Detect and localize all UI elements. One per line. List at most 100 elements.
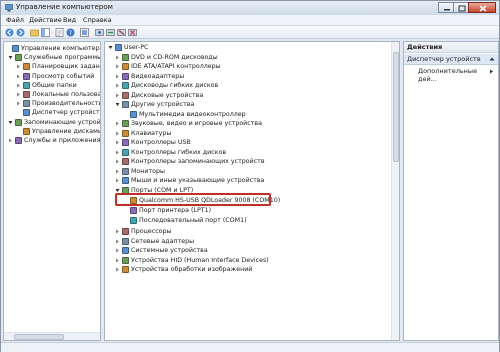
menu-help[interactable]: Справка bbox=[83, 16, 112, 24]
storage-controller-icon bbox=[122, 158, 129, 165]
highlight-annotation-box bbox=[115, 193, 271, 206]
collapsed-arrow-icon[interactable] bbox=[115, 64, 120, 69]
ide-icon bbox=[122, 63, 129, 70]
device-tree-item-label: Дисковые устройства bbox=[131, 91, 204, 99]
monitor-icon bbox=[122, 167, 129, 175]
properties-icon[interactable] bbox=[55, 28, 64, 37]
collapse-arrow-icon[interactable] bbox=[489, 56, 495, 62]
update-driver-icon[interactable] bbox=[106, 28, 115, 37]
menu-file[interactable]: Файл bbox=[6, 16, 24, 24]
mouse-icon bbox=[122, 177, 129, 184]
help-icon[interactable]: ? bbox=[66, 28, 75, 37]
performance-icon bbox=[23, 100, 30, 108]
collapsed-arrow-icon[interactable] bbox=[115, 93, 120, 98]
device-tree-item-label: Видеоадаптеры bbox=[131, 72, 185, 80]
port-icon bbox=[130, 217, 137, 224]
expanded-arrow-icon[interactable] bbox=[8, 55, 13, 60]
collapsed-arrow-icon[interactable] bbox=[115, 140, 120, 145]
device-tree-item-label: Сетевые адаптеры bbox=[131, 237, 195, 245]
device-tree-panel: User-PC DVD и CD-ROM дисководы IDE ATA/ATA… bbox=[104, 41, 400, 341]
console-tree-item-label: Управление компьютером (л bbox=[21, 45, 100, 52]
collapsed-arrow-icon[interactable] bbox=[16, 83, 21, 88]
device-manager-icon bbox=[23, 109, 30, 117]
scrollbar-thumb[interactable] bbox=[14, 334, 64, 340]
actions-panel: Действия Диспетчер устройств Дополнитель… bbox=[403, 41, 499, 341]
collapsed-arrow-icon[interactable] bbox=[115, 239, 120, 244]
device-tree-item-label: Мыши и иные указывающие устройства bbox=[131, 177, 265, 184]
console-tree-item-label: Служебные программы bbox=[24, 54, 101, 62]
system-icon bbox=[122, 247, 129, 254]
unknown-device-icon bbox=[130, 110, 137, 118]
menu-view[interactable]: Вид bbox=[63, 16, 76, 24]
collapsed-arrow-icon[interactable] bbox=[115, 74, 120, 79]
device-tree-item-label: Устройства обработки изображений bbox=[131, 266, 253, 273]
scheduler-icon bbox=[23, 63, 30, 71]
expanded-arrow-icon[interactable] bbox=[8, 120, 13, 125]
collapsed-arrow-icon[interactable] bbox=[115, 258, 120, 263]
shared-folders-icon bbox=[23, 81, 30, 89]
console-tree-horizontal-scrollbar[interactable] bbox=[4, 332, 100, 340]
device-tree-item-label: Контроллеры гибких дисков bbox=[131, 148, 227, 156]
menu-action[interactable]: Действие bbox=[29, 16, 62, 24]
device-tree-item-label: Системные устройства bbox=[131, 247, 208, 254]
close-icon bbox=[479, 5, 487, 12]
device-tree-item-label: Порт принтера (LPT1) bbox=[139, 207, 212, 214]
cpu-icon bbox=[122, 228, 129, 235]
collapsed-arrow-icon[interactable] bbox=[115, 267, 120, 272]
device-tree-item-label: Другие устройства bbox=[131, 101, 195, 108]
collapsed-arrow-icon[interactable] bbox=[115, 178, 120, 183]
console-tree-item-label: Управление дисками bbox=[32, 127, 101, 135]
device-tree-vertical-scrollbar[interactable] bbox=[391, 42, 399, 340]
floppy-icon bbox=[122, 82, 129, 89]
console-tree-item-label: Производительность bbox=[32, 100, 101, 108]
collapsed-arrow-icon[interactable] bbox=[16, 74, 21, 79]
other-devices-icon bbox=[122, 101, 129, 108]
minimize-button[interactable] bbox=[438, 2, 454, 13]
console-tree-item-label: Локальные пользоват bbox=[32, 91, 101, 98]
scrollbar-thumb[interactable] bbox=[393, 52, 399, 162]
collapsed-arrow-icon[interactable] bbox=[115, 159, 120, 164]
collapsed-arrow-icon[interactable] bbox=[115, 248, 120, 253]
collapsed-arrow-icon[interactable] bbox=[8, 138, 13, 143]
collapsed-arrow-icon[interactable] bbox=[16, 64, 21, 69]
users-icon bbox=[23, 91, 30, 98]
device-tree-item-label: Мониторы bbox=[131, 167, 165, 175]
uninstall-device-icon[interactable] bbox=[128, 28, 137, 37]
expanded-arrow-icon[interactable] bbox=[108, 45, 113, 50]
more-actions-link[interactable]: Дополнительные дей... bbox=[418, 67, 498, 83]
submenu-arrow-icon bbox=[490, 69, 493, 74]
collapsed-arrow-icon[interactable] bbox=[115, 229, 120, 234]
device-tree-item-label: Устройства HID (Human Interface Devices) bbox=[131, 256, 269, 264]
collapsed-arrow-icon[interactable] bbox=[115, 131, 120, 136]
forward-icon[interactable] bbox=[16, 28, 25, 37]
svg-text:?: ? bbox=[69, 30, 72, 37]
disk-management-icon bbox=[23, 127, 30, 135]
usb-icon bbox=[122, 139, 129, 146]
expanded-arrow-icon[interactable] bbox=[115, 188, 120, 193]
back-icon[interactable] bbox=[5, 28, 14, 37]
console-tree-item-label: Планировщик заданий bbox=[32, 63, 101, 71]
collapsed-arrow-icon[interactable] bbox=[115, 55, 120, 60]
console-tree-item-label: Службы и приложения bbox=[24, 137, 101, 144]
collapsed-arrow-icon[interactable] bbox=[115, 83, 120, 88]
computer-icon bbox=[115, 44, 122, 51]
close-button[interactable] bbox=[468, 2, 496, 13]
keyboard-icon bbox=[122, 129, 129, 137]
device-tree-item-label: User-PC bbox=[124, 44, 149, 51]
collapsed-arrow-icon[interactable] bbox=[115, 150, 120, 155]
device-tree-item-label: Звуковые, видео и игровые устройства bbox=[131, 120, 262, 127]
computer-management-app-icon bbox=[5, 4, 13, 12]
maximize-button[interactable] bbox=[453, 2, 469, 13]
up-folder-icon[interactable] bbox=[30, 28, 39, 37]
actions-section-device-manager[interactable]: Диспетчер устройств bbox=[404, 54, 498, 65]
expanded-arrow-icon[interactable] bbox=[115, 102, 120, 107]
scan-hardware-icon[interactable] bbox=[95, 28, 104, 37]
collapsed-arrow-icon[interactable] bbox=[115, 121, 120, 126]
collapsed-arrow-icon[interactable] bbox=[16, 92, 21, 97]
view-icon[interactable] bbox=[80, 28, 89, 37]
collapsed-arrow-icon[interactable] bbox=[115, 169, 120, 174]
show-tree-icon[interactable] bbox=[41, 28, 50, 37]
device-tree-item-label: IDE ATA/ATAPI контроллеры bbox=[131, 63, 221, 70]
collapsed-arrow-icon[interactable] bbox=[16, 101, 21, 106]
disable-device-icon[interactable] bbox=[117, 28, 126, 37]
